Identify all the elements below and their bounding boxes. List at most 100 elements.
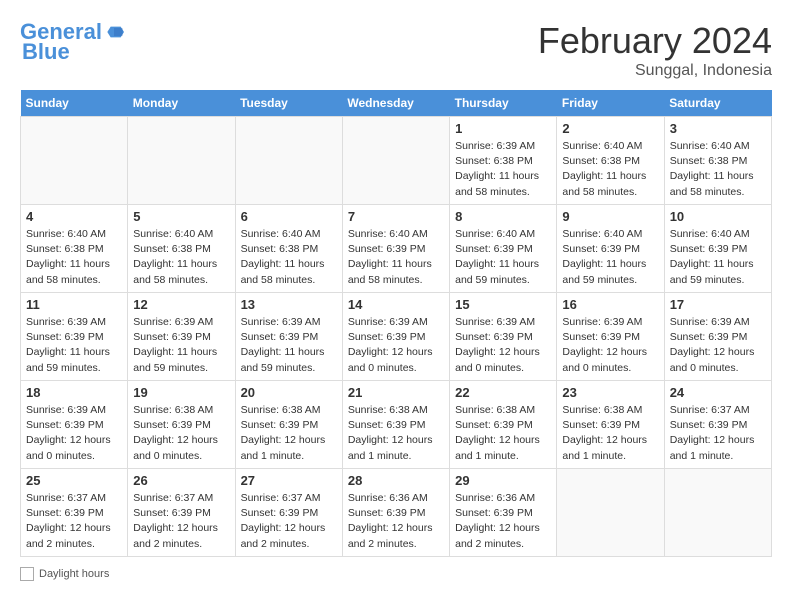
day-number: 29 [455,473,551,488]
calendar-day-cell: 10Sunrise: 6:40 AM Sunset: 6:39 PM Dayli… [664,205,771,293]
day-info: Sunrise: 6:40 AM Sunset: 6:38 PM Dayligh… [562,139,658,200]
day-number: 26 [133,473,229,488]
calendar-day-cell: 4 Sunrise: 6:40 AM Sunset: 6:38 PM Daylig… [21,205,128,293]
day-number: 25 [26,473,122,488]
calendar-day-cell [21,117,128,205]
calendar-body: 1 Sunrise: 6:39 AM Sunset: 6:38 PM Daylig… [21,117,772,557]
daylight-label: Daylight hours [39,568,109,580]
day-number: 19 [133,385,229,400]
legend-box [20,567,34,581]
calendar-day-cell: 8Sunrise: 6:40 AM Sunset: 6:39 PM Daylig… [450,205,557,293]
calendar-day-cell: 28Sunrise: 6:36 AM Sunset: 6:39 PM Dayli… [342,469,449,557]
day-number: 22 [455,385,551,400]
calendar-day-cell: 21 Sunrise: 6:38 AM Sunset: 6:39 PM Dayli… [342,381,449,469]
title-block: February 2024 Sunggal, Indonesia [538,20,772,80]
calendar-header-cell: Thursday [450,90,557,117]
calendar-day-cell: 27 Sunrise: 6:37 AM Sunset: 6:39 PM Dayli… [235,469,342,557]
location-text: Sunggal, Indonesia [538,62,772,80]
calendar-day-cell: 5 Sunrise: 6:40 AM Sunset: 6:38 PM Daylig… [128,205,235,293]
day-number: 7 [348,209,444,224]
day-info: Sunrise: 6:40 AM Sunset: 6:39 PM Dayligh… [348,227,444,288]
calendar-week-row: 1 Sunrise: 6:39 AM Sunset: 6:38 PM Daylig… [21,117,772,205]
calendar-day-cell: 19 Sunrise: 6:38 AM Sunset: 6:39 PM Dayli… [128,381,235,469]
day-info: Sunrise: 6:38 AM Sunset: 6:39 PM Dayligh… [241,403,337,464]
calendar-day-cell: 11 Sunrise: 6:39 AM Sunset: 6:39 PM Dayli… [21,293,128,381]
day-info: Sunrise: 6:38 AM Sunset: 6:39 PM Dayligh… [348,403,444,464]
day-number: 14 [348,297,444,312]
calendar-day-cell [664,469,771,557]
calendar-week-row: 25 Sunrise: 6:37 AM Sunset: 6:39 PM Dayli… [21,469,772,557]
day-info: Sunrise: 6:40 AM Sunset: 6:38 PM Dayligh… [241,227,337,288]
day-number: 16 [562,297,658,312]
calendar-day-cell: 29 Sunrise: 6:36 AM Sunset: 6:39 PM Dayli… [450,469,557,557]
calendar-day-cell: 2 Sunrise: 6:40 AM Sunset: 6:38 PM Daylig… [557,117,664,205]
calendar-header-cell: Saturday [664,90,771,117]
calendar-day-cell [557,469,664,557]
day-number: 5 [133,209,229,224]
day-number: 13 [241,297,337,312]
day-number: 23 [562,385,658,400]
day-number: 21 [348,385,444,400]
calendar-day-cell: 12 Sunrise: 6:39 AM Sunset: 6:39 PM Dayli… [128,293,235,381]
calendar-day-cell: 24 Sunrise: 6:37 AM Sunset: 6:39 PM Dayli… [664,381,771,469]
calendar-day-cell: 16 Sunrise: 6:39 AM Sunset: 6:39 PM Dayli… [557,293,664,381]
day-info: Sunrise: 6:39 AM Sunset: 6:39 PM Dayligh… [562,315,658,376]
calendar-day-cell: 9Sunrise: 6:40 AM Sunset: 6:39 PM Daylig… [557,205,664,293]
day-info: Sunrise: 6:39 AM Sunset: 6:38 PM Dayligh… [455,139,551,200]
logo: General Blue [20,20,124,64]
day-info: Sunrise: 6:39 AM Sunset: 6:39 PM Dayligh… [241,315,337,376]
day-number: 17 [670,297,766,312]
day-info: Sunrise: 6:37 AM Sunset: 6:39 PM Dayligh… [670,403,766,464]
calendar-week-row: 4 Sunrise: 6:40 AM Sunset: 6:38 PM Daylig… [21,205,772,293]
day-info: Sunrise: 6:40 AM Sunset: 6:38 PM Dayligh… [670,139,766,200]
calendar-header-row: SundayMondayTuesdayWednesdayThursdayFrid… [21,90,772,117]
calendar-day-cell: 13 Sunrise: 6:39 AM Sunset: 6:39 PM Dayli… [235,293,342,381]
day-info: Sunrise: 6:37 AM Sunset: 6:39 PM Dayligh… [26,491,122,552]
day-info: Sunrise: 6:38 AM Sunset: 6:39 PM Dayligh… [133,403,229,464]
day-number: 8 [455,209,551,224]
day-number: 3 [670,121,766,136]
day-number: 20 [241,385,337,400]
day-number: 28 [348,473,444,488]
day-info: Sunrise: 6:40 AM Sunset: 6:38 PM Dayligh… [26,227,122,288]
calendar-day-cell [128,117,235,205]
day-info: Sunrise: 6:36 AM Sunset: 6:39 PM Dayligh… [455,491,551,552]
calendar-day-cell [342,117,449,205]
day-info: Sunrise: 6:39 AM Sunset: 6:39 PM Dayligh… [455,315,551,376]
calendar-day-cell: 3 Sunrise: 6:40 AM Sunset: 6:38 PM Daylig… [664,117,771,205]
day-info: Sunrise: 6:38 AM Sunset: 6:39 PM Dayligh… [455,403,551,464]
day-number: 12 [133,297,229,312]
month-title: February 2024 [538,20,772,62]
day-info: Sunrise: 6:40 AM Sunset: 6:38 PM Dayligh… [133,227,229,288]
calendar-week-row: 11 Sunrise: 6:39 AM Sunset: 6:39 PM Dayli… [21,293,772,381]
calendar-header-cell: Tuesday [235,90,342,117]
day-info: Sunrise: 6:37 AM Sunset: 6:39 PM Dayligh… [133,491,229,552]
calendar-day-cell: 20 Sunrise: 6:38 AM Sunset: 6:39 PM Dayli… [235,381,342,469]
day-number: 9 [562,209,658,224]
calendar-day-cell: 7 Sunrise: 6:40 AM Sunset: 6:39 PM Daylig… [342,205,449,293]
day-number: 1 [455,121,551,136]
calendar-day-cell [235,117,342,205]
day-number: 6 [241,209,337,224]
day-info: Sunrise: 6:39 AM Sunset: 6:39 PM Dayligh… [348,315,444,376]
day-number: 2 [562,121,658,136]
calendar-day-cell: 23Sunrise: 6:38 AM Sunset: 6:39 PM Dayli… [557,381,664,469]
calendar-header-cell: Monday [128,90,235,117]
day-info: Sunrise: 6:39 AM Sunset: 6:39 PM Dayligh… [26,315,122,376]
day-number: 10 [670,209,766,224]
calendar-day-cell: 6 Sunrise: 6:40 AM Sunset: 6:38 PM Daylig… [235,205,342,293]
calendar-header-cell: Wednesday [342,90,449,117]
day-info: Sunrise: 6:39 AM Sunset: 6:39 PM Dayligh… [670,315,766,376]
day-number: 4 [26,209,122,224]
day-info: Sunrise: 6:37 AM Sunset: 6:39 PM Dayligh… [241,491,337,552]
day-number: 27 [241,473,337,488]
day-number: 24 [670,385,766,400]
footer: Daylight hours [20,567,772,581]
day-number: 11 [26,297,122,312]
day-info: Sunrise: 6:39 AM Sunset: 6:39 PM Dayligh… [133,315,229,376]
calendar-day-cell: 25 Sunrise: 6:37 AM Sunset: 6:39 PM Dayli… [21,469,128,557]
calendar-header-cell: Sunday [21,90,128,117]
day-number: 15 [455,297,551,312]
calendar-day-cell: 1 Sunrise: 6:39 AM Sunset: 6:38 PM Daylig… [450,117,557,205]
logo-blue-text: Blue [22,40,70,64]
